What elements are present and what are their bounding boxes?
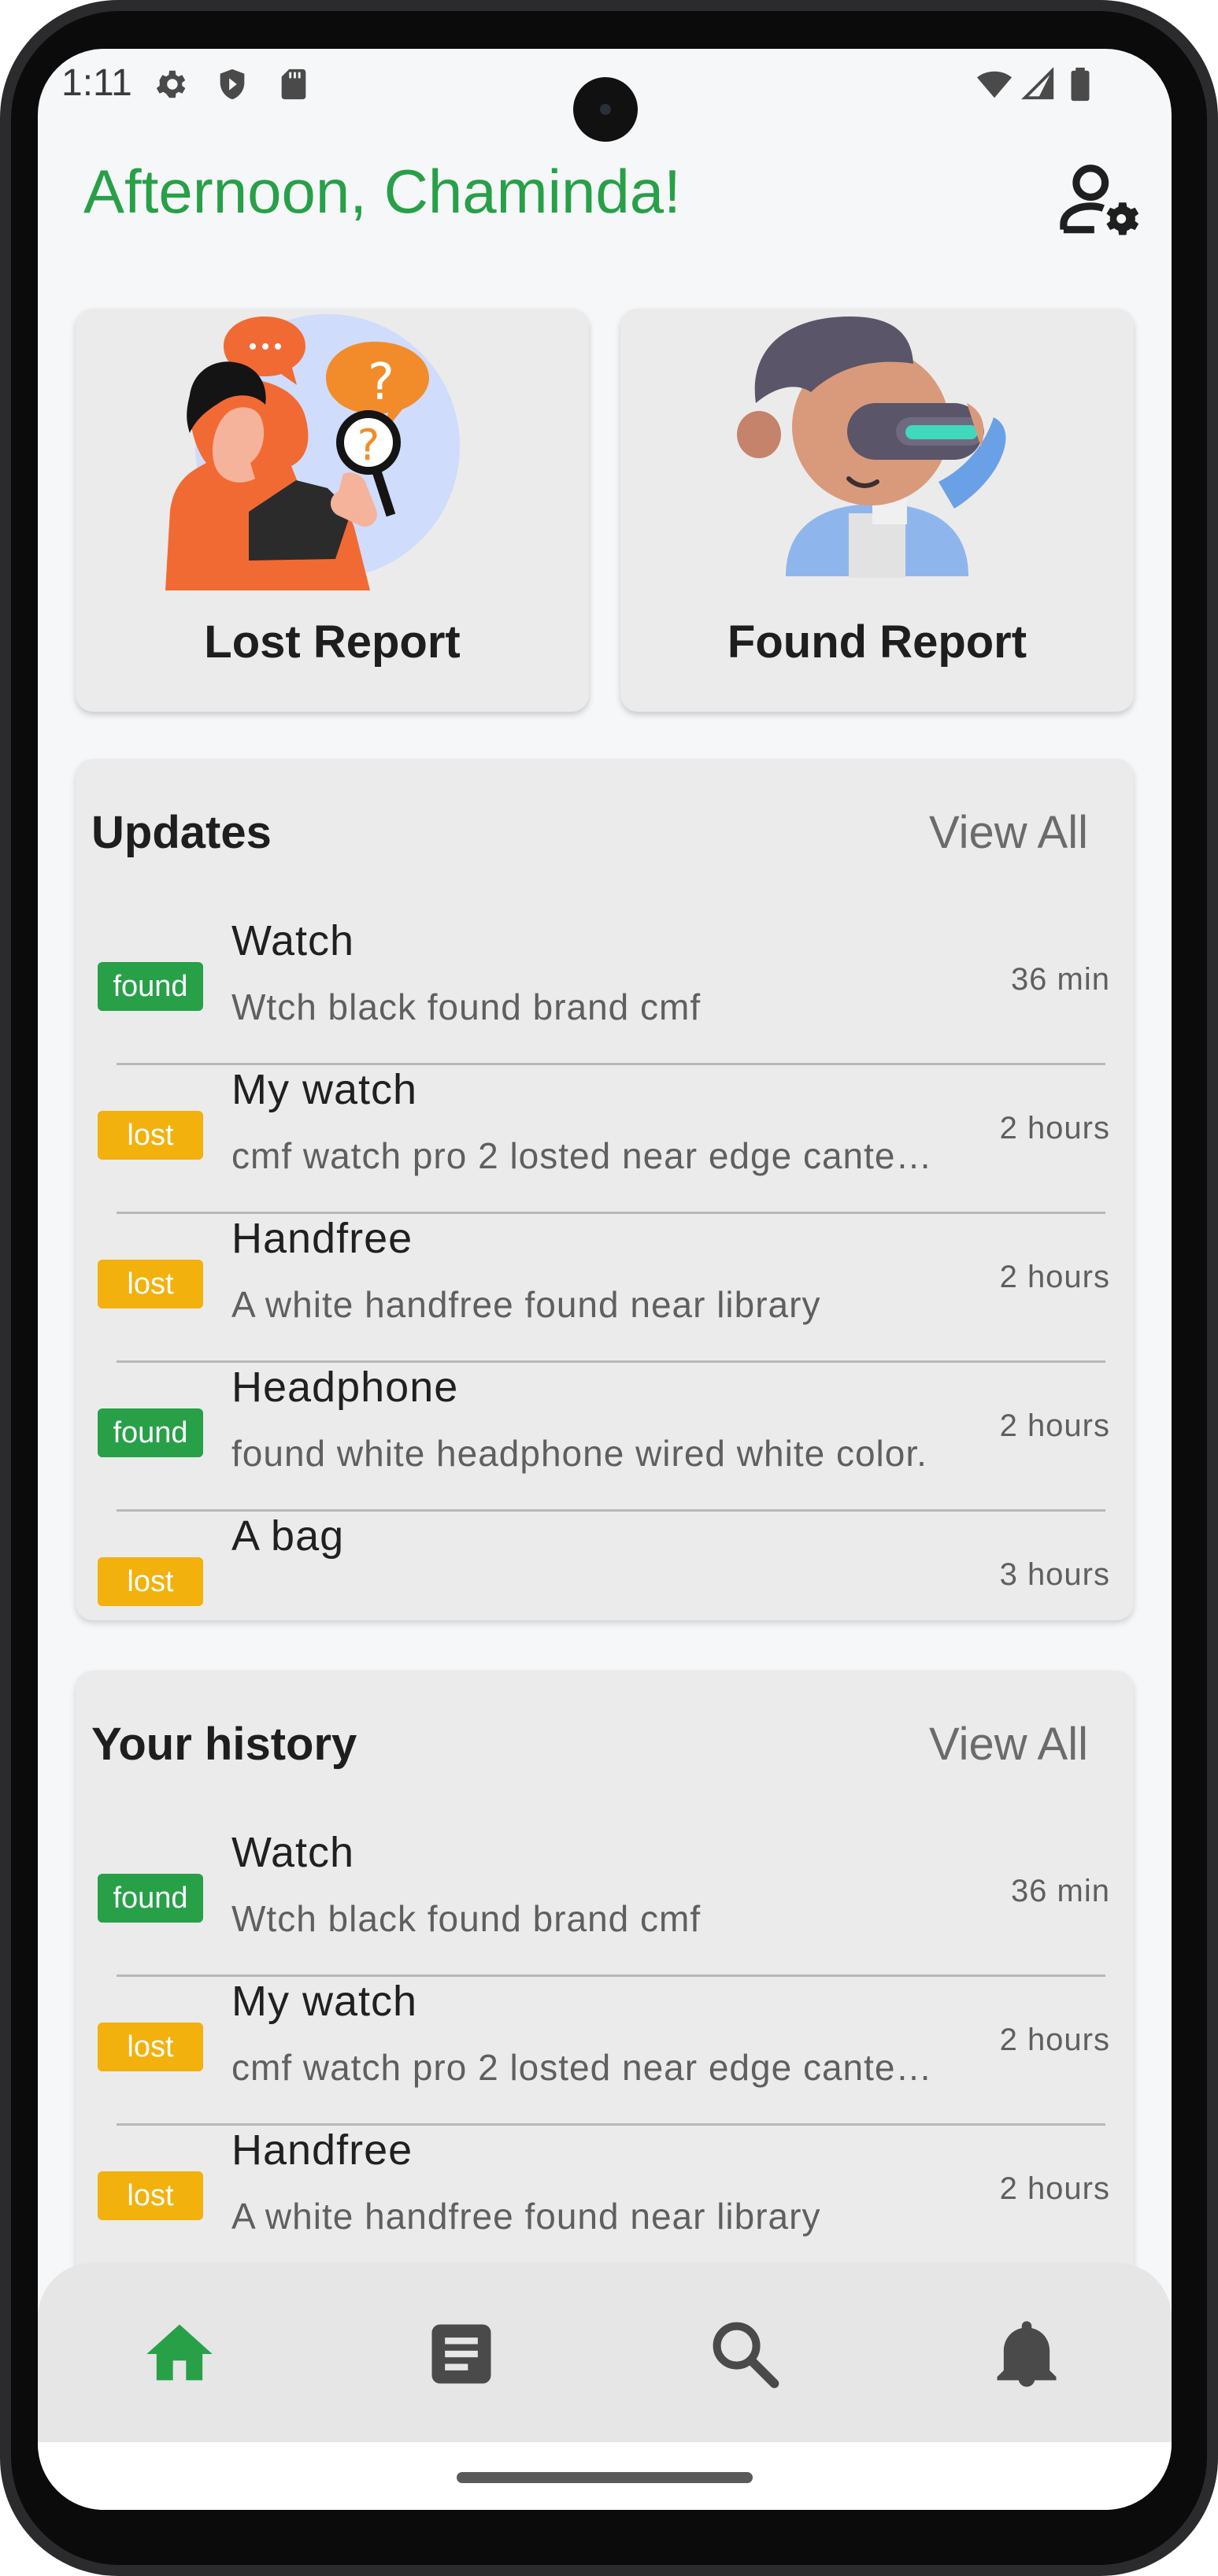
updates-title: Updates: [91, 807, 272, 858]
item-description: A white handfree found near library: [231, 1284, 821, 1325]
status-badge: lost: [98, 2023, 203, 2071]
list-item[interactable]: found Headphone found white headphone wi…: [76, 1363, 1134, 1512]
history-title: Your history: [91, 1719, 357, 1770]
document-icon[interactable]: [422, 2315, 501, 2393]
item-title: A bag: [231, 1512, 345, 1560]
volume-button: [1209, 842, 1218, 905]
sd-card-icon: [281, 68, 306, 100]
updates-view-all-button[interactable]: View All: [929, 806, 1088, 859]
bell-icon[interactable]: [987, 2315, 1066, 2393]
item-time: 36 min: [1010, 962, 1110, 997]
front-camera: [573, 77, 638, 142]
found-report-label: Found Report: [727, 616, 1027, 668]
updates-card: Updates View All found Watch Wtch black …: [76, 759, 1134, 1620]
history-view-all-button[interactable]: View All: [929, 1718, 1088, 1771]
status-badge: found: [98, 1408, 203, 1457]
list-item[interactable]: lost My watch cmf watch pro 2 losted nea…: [76, 1977, 1134, 2126]
cell-signal-icon: [1021, 67, 1054, 100]
item-description: Wtch black found brand cmf: [231, 986, 702, 1027]
item-description: cmf watch pro 2 losted near edge cante…: [231, 2047, 933, 2088]
status-badge: lost: [98, 1111, 203, 1160]
woman-with-magnifier-illustration: ? ?: [165, 314, 460, 590]
shield-icon: [220, 68, 245, 100]
list-item[interactable]: lost A bag 3 hours: [76, 1512, 1134, 1620]
item-description: Wtch black found brand cmf: [231, 1898, 702, 1939]
item-time: 2 hours: [999, 1260, 1110, 1294]
search-icon[interactable]: [705, 2315, 784, 2393]
item-description: cmf watch pro 2 losted near edge cante…: [231, 1135, 933, 1176]
bottom-navigation: [38, 2263, 1172, 2442]
gear-icon: [156, 70, 186, 98]
item-title: Handfree: [231, 1215, 413, 1262]
list-item[interactable]: lost My watch cmf watch pro 2 losted nea…: [76, 1065, 1134, 1214]
power-button: [1209, 1157, 1218, 1472]
list-item[interactable]: found Watch Wtch black found brand cmf 3…: [76, 916, 1134, 1065]
item-title: My watch: [231, 1978, 418, 2025]
status-badge: lost: [98, 1557, 203, 1606]
item-title: Watch: [231, 1829, 355, 1876]
battery-icon: [1071, 67, 1090, 102]
status-badge: found: [98, 1874, 203, 1923]
item-time: 2 hours: [999, 2023, 1110, 2057]
lost-report-card[interactable]: ? ? Lost Report: [76, 309, 589, 712]
item-time: 36 min: [1010, 1874, 1110, 1908]
home-icon[interactable]: [140, 2315, 219, 2393]
list-item[interactable]: lost Handfree A white handfree found nea…: [76, 2126, 1134, 2274]
item-title: Watch: [231, 917, 355, 964]
lost-report-label: Lost Report: [204, 616, 461, 668]
boy-with-vr-headset-illustration: [737, 316, 1006, 578]
status-badge: found: [98, 962, 203, 1011]
item-title: My watch: [231, 1066, 418, 1113]
item-time: 2 hours: [999, 1408, 1110, 1443]
home-gesture-bar[interactable]: [457, 2472, 753, 2483]
status-bar: 1:11: [38, 49, 1172, 142]
item-description: found white headphone wired white color.: [231, 1433, 927, 1474]
item-title: Headphone: [231, 1364, 459, 1411]
item-time: 2 hours: [999, 2171, 1110, 2206]
wifi-icon: [976, 71, 1013, 98]
status-badge: lost: [98, 2171, 203, 2220]
status-time: 1:11: [61, 62, 132, 104]
svg-text:?: ?: [357, 420, 380, 470]
status-badge: lost: [98, 1260, 203, 1308]
app-screen: 1:11 Afternoon, Chaminda! ? ? Lost Repor…: [38, 49, 1172, 2510]
list-item[interactable]: found Watch Wtch black found brand cmf 3…: [76, 1828, 1134, 1977]
item-description: A white handfree found near library: [231, 2196, 821, 2237]
user-settings-icon[interactable]: [1058, 157, 1145, 244]
item-time: 3 hours: [999, 1557, 1110, 1592]
list-item[interactable]: lost Handfree A white handfree found nea…: [76, 1214, 1134, 1363]
item-title: Handfree: [231, 2126, 413, 2174]
found-report-card[interactable]: Found Report: [620, 309, 1134, 712]
greeting-title: Afternoon, Chaminda!: [83, 157, 681, 226]
item-time: 2 hours: [999, 1111, 1110, 1146]
svg-text:?: ?: [368, 353, 394, 412]
